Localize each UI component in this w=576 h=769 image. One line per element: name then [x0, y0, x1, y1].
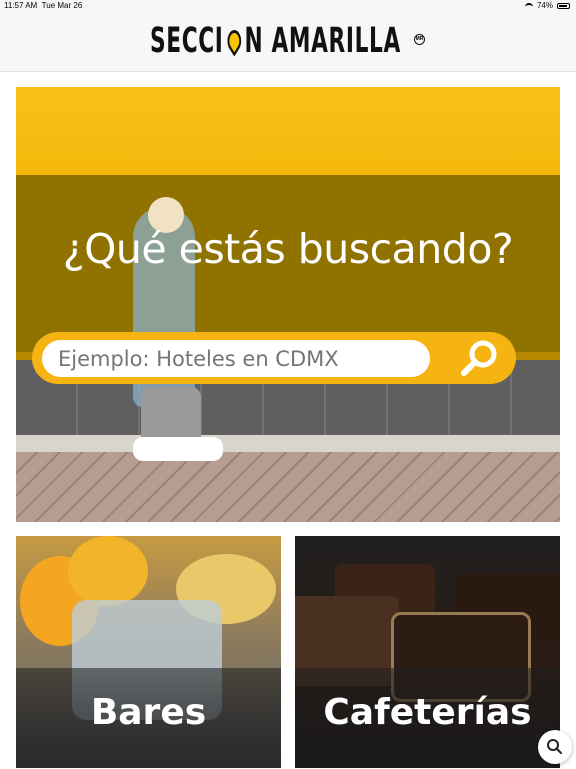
- status-date: Tue Mar 26: [41, 1, 83, 10]
- seccion-amarilla-logo[interactable]: SECCI N AMARILLA: [150, 21, 401, 61]
- hero-floor: [16, 452, 560, 522]
- search-icon: [461, 340, 497, 376]
- wifi-icon: [524, 2, 533, 9]
- orange-slice-image: [68, 536, 148, 606]
- logo-text-end: N AMARILLA: [244, 21, 401, 61]
- floating-search-button[interactable]: [538, 730, 572, 764]
- search-button[interactable]: [456, 337, 502, 379]
- category-label: Cafeterías: [323, 692, 532, 733]
- registered-mark: MR: [414, 34, 425, 45]
- category-label: Bares: [90, 692, 207, 733]
- status-bar: 11:57 AM Tue Mar 26 74%: [0, 0, 576, 12]
- hero-woman-shoes: [133, 437, 223, 461]
- category-card-cafeterias[interactable]: Cafeterías: [295, 536, 560, 768]
- hero-title: ¿Qué estás buscando?: [62, 225, 514, 273]
- logo-text-start: SECCI: [150, 21, 224, 61]
- search-icon: [547, 739, 562, 754]
- location-pin-icon: [224, 25, 244, 57]
- category-card-bares[interactable]: Bares: [16, 536, 281, 768]
- battery-percent: 74%: [536, 1, 553, 10]
- search-bar: [32, 332, 516, 384]
- app-header: SECCI N AMARILLA MR: [0, 12, 576, 72]
- search-input[interactable]: [42, 340, 430, 377]
- battery-icon: [557, 2, 570, 9]
- hero-banner: ¿Qué estás buscando?: [16, 87, 560, 522]
- status-time: 11:57 AM Tue Mar 26: [4, 1, 83, 10]
- hero-background-top: [16, 87, 560, 175]
